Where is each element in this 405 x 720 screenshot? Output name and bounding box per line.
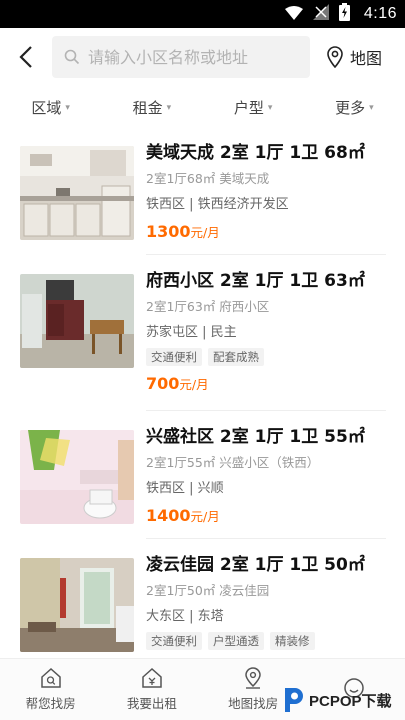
filter-label: 更多: [335, 98, 366, 117]
filter-label: 户型: [233, 98, 264, 117]
nav-label: 地图找房: [228, 696, 279, 711]
listing-photo: [20, 146, 134, 240]
nav-rent-out[interactable]: 我要出租: [101, 659, 202, 720]
map-button[interactable]: 地图: [326, 45, 382, 69]
listing-photo: [20, 274, 134, 368]
filter-label: 租金: [132, 98, 163, 117]
listing-info: 府西小区 2室 1厅 1卫 63㎡ 2室1厅63㎡ 府西小区 苏家屯区 | 民主…: [146, 270, 391, 393]
caret-down-icon: ▾: [166, 103, 172, 113]
caret-down-icon: ▾: [65, 103, 70, 113]
price-unit: 元/月: [190, 509, 220, 524]
price-unit: 元/月: [190, 225, 220, 240]
caret-down-icon: ▾: [267, 103, 273, 113]
price-value: 700: [146, 374, 180, 393]
price-unit: 元/月: [179, 377, 209, 392]
price-value: 1400: [146, 506, 191, 525]
no-signal-icon: [312, 4, 329, 24]
watermark-text: PCPOP下载: [309, 692, 392, 710]
listing-location: 铁西区 | 兴顺: [146, 481, 224, 496]
filter-layout[interactable]: 户型 ▾: [203, 97, 304, 118]
map-pin-icon: [245, 667, 261, 689]
filter-rent[interactable]: 租金 ▾: [101, 97, 202, 118]
price-value: 1300: [146, 222, 191, 241]
tag: 精装修: [270, 632, 315, 650]
listing-location: 铁西区 | 铁西经济开发区: [146, 197, 289, 212]
listing-price: 700元/月: [146, 374, 391, 393]
search-icon: [64, 49, 80, 65]
filter-bar: 区域 ▾ 租金 ▾ 户型 ▾ 更多 ▾: [0, 86, 405, 128]
listing-title: 兴盛社区 2室 1厅 1卫 55㎡: [146, 427, 365, 447]
chevron-left-icon: [19, 46, 32, 68]
battery-charging-icon: [338, 3, 350, 25]
back-button[interactable]: [0, 28, 52, 86]
house-rent-icon: [142, 667, 162, 688]
nav-label: 我要出租: [126, 696, 177, 711]
listing-tags: 交通便利 户型通透 精装修: [146, 632, 391, 650]
listing-subtitle: 2室1厅68㎡ 美域天成: [146, 171, 270, 186]
listing-title: 府西小区 2室 1厅 1卫 63㎡: [146, 271, 365, 291]
listing-price: 1300元/月: [146, 222, 391, 241]
search-input[interactable]: [88, 47, 298, 67]
listing-photo: [20, 558, 134, 652]
tag: 交通便利: [146, 348, 202, 366]
caret-down-icon: ▾: [369, 103, 374, 113]
listing-title: 美域天成 2室 1厅 1卫 68㎡: [146, 143, 365, 163]
filter-more[interactable]: 更多 ▾: [304, 97, 405, 118]
pcpop-logo-icon: [285, 688, 303, 712]
status-bar: 4:16: [0, 0, 405, 28]
listing-title: 凌云佳园 2室 1厅 1卫 50㎡: [146, 555, 365, 575]
listing-subtitle: 2室1厅63㎡ 府西小区: [146, 299, 270, 314]
top-bar: 地图: [0, 28, 405, 86]
wifi-icon: [284, 5, 303, 24]
map-button-label: 地图: [350, 49, 383, 68]
search-box[interactable]: [52, 36, 310, 78]
divider: [146, 254, 386, 255]
listing-info: 兴盛社区 2室 1厅 1卫 55㎡ 2室1厅55㎡ 兴盛小区（铁西） 铁西区 |…: [146, 426, 391, 525]
listing-price: 1400元/月: [146, 506, 391, 525]
listing-subtitle: 2室1厅55㎡ 兴盛小区（铁西）: [146, 455, 320, 470]
watermark: PCPOP下载: [281, 682, 405, 718]
tag: 交通便利: [146, 632, 202, 650]
house-search-icon: [40, 667, 61, 688]
nav-find-house[interactable]: 帮您找房: [0, 659, 101, 720]
tag: 配套成熟: [208, 348, 264, 366]
nav-label: 帮您找房: [25, 696, 76, 711]
listing-location: 苏家屯区 | 民主: [146, 325, 237, 340]
divider: [146, 538, 386, 539]
divider: [146, 410, 386, 411]
tag: 户型通透: [208, 632, 264, 650]
listing-info: 美域天成 2室 1厅 1卫 68㎡ 2室1厅68㎡ 美域天成 铁西区 | 铁西经…: [146, 142, 391, 241]
listing-photo: [20, 430, 134, 524]
listing-info: 凌云佳园 2室 1厅 1卫 50㎡ 2室1厅50㎡ 凌云佳园 大东区 | 东塔 …: [146, 554, 391, 650]
map-pin-icon: [327, 46, 343, 68]
listing-location: 大东区 | 东塔: [146, 609, 224, 624]
filter-label: 区域: [31, 98, 62, 117]
listing-subtitle: 2室1厅50㎡ 凌云佳园: [146, 583, 270, 598]
status-time: 4:16: [363, 5, 397, 22]
filter-area[interactable]: 区域 ▾: [0, 97, 101, 118]
listing-tags: 交通便利 配套成熟: [146, 348, 391, 366]
